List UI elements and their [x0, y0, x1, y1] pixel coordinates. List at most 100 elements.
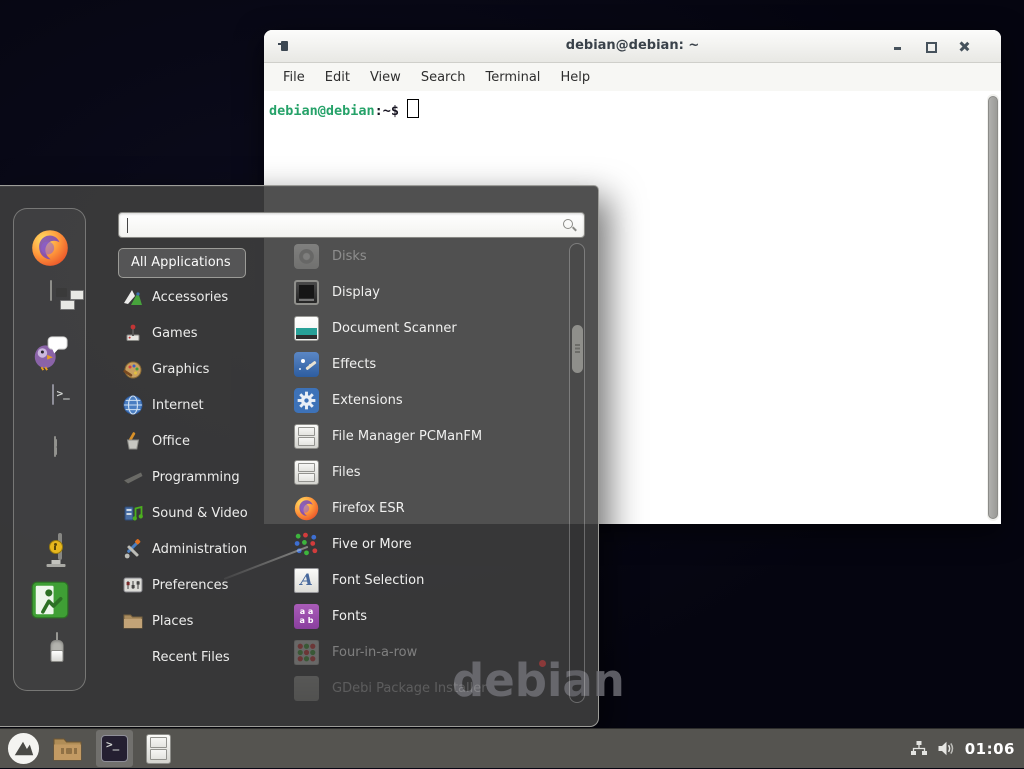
prompt-symbol: :~$ [375, 103, 399, 119]
window-title: debian@debian: ~ [264, 30, 1001, 62]
close-button[interactable] [959, 42, 968, 51]
scanner-icon [294, 316, 319, 341]
app-list-scrollbar-thumb[interactable] [572, 325, 583, 373]
app-item-disks[interactable]: Disks [284, 238, 569, 274]
category-recent-files[interactable]: Recent Files [118, 639, 283, 675]
category-label: Games [152, 326, 197, 341]
application-menu: debian All Applications Accessories [0, 185, 599, 727]
category-office[interactable]: Office [118, 423, 283, 459]
category-programming[interactable]: Programming [118, 459, 283, 495]
menubar-item-edit[interactable]: Edit [315, 66, 360, 89]
menu-icon[interactable] [7, 732, 40, 765]
accessories-icon [122, 286, 144, 308]
search-input[interactable] [118, 212, 585, 238]
app-item-display[interactable]: Display [284, 274, 569, 310]
category-label: Administration [152, 542, 247, 557]
file-cabinet-icon [294, 460, 319, 485]
app-item-effects[interactable]: Effects [284, 346, 569, 382]
app-label: Effects [332, 357, 376, 372]
app-item-extensions[interactable]: Extensions [284, 382, 569, 418]
app-label: Four-in-a-row [332, 645, 417, 660]
app-item-document-scanner[interactable]: Document Scanner [284, 310, 569, 346]
app-item-firefox-esr[interactable]: Firefox ESR [284, 490, 569, 526]
system-tray: 01:06 [910, 740, 1024, 758]
app-item-gdebi[interactable]: GDebi Package Installer [284, 670, 569, 706]
category-games[interactable]: Games [118, 315, 283, 351]
terminal-scrollbar[interactable] [987, 94, 999, 521]
menubar-item-view[interactable]: View [360, 66, 411, 89]
menubar-item-search[interactable]: Search [411, 66, 476, 89]
app-item-font-selection[interactable]: Font Selection [284, 562, 569, 598]
taskbar-terminal-button[interactable] [96, 730, 133, 767]
terminal-scrollbar-thumb[interactable] [988, 96, 998, 519]
file-cabinet-icon [294, 424, 319, 449]
shutdown-icon[interactable] [56, 632, 58, 653]
app-label: Extensions [332, 393, 403, 408]
app-label: Font Selection [332, 573, 424, 588]
app-label: Files [332, 465, 361, 480]
minimize-button[interactable] [893, 42, 902, 51]
internet-icon [122, 394, 144, 416]
network-icon[interactable] [910, 740, 928, 757]
category-label: Internet [152, 398, 204, 413]
app-item-five-or-more[interactable]: Five or More [284, 526, 569, 562]
sound-video-icon [122, 502, 144, 524]
gdebi-icon [294, 676, 319, 701]
menubar-item-terminal[interactable]: Terminal [475, 66, 550, 89]
terminal-prompt: debian@debian:~$ [264, 91, 1001, 119]
category-preferences[interactable]: Preferences [118, 567, 283, 603]
games-icon [122, 322, 144, 344]
four-in-a-row-icon [294, 640, 319, 665]
category-label: Preferences [152, 578, 228, 593]
category-sound-video[interactable]: Sound & Video [118, 495, 283, 531]
favorites-panel [13, 208, 86, 691]
effects-icon [294, 352, 319, 377]
app-label: Disks [332, 249, 367, 264]
volume-icon[interactable] [937, 740, 956, 757]
app-label: Firefox ESR [332, 501, 405, 516]
app-label: Five or More [332, 537, 412, 552]
firefox-icon[interactable] [31, 229, 69, 267]
taskbar-left [0, 729, 171, 768]
firefox-icon [294, 496, 319, 521]
pidgin-icon[interactable] [31, 333, 69, 371]
app-item-files[interactable]: Files [284, 454, 569, 490]
app-item-file-manager-pcmanfm[interactable]: File Manager PCManFM [284, 418, 569, 454]
text-caret [127, 218, 128, 233]
menubar-item-help[interactable]: Help [550, 66, 600, 89]
category-places[interactable]: Places [118, 603, 283, 639]
administration-icon [122, 538, 144, 560]
maximize-button[interactable] [926, 42, 935, 51]
extensions-icon [294, 388, 319, 413]
prompt-user-host: debian@debian [269, 103, 375, 119]
display-icon [294, 280, 319, 305]
app-item-four-in-a-row[interactable]: Four-in-a-row [284, 634, 569, 670]
app-list-scrollbar[interactable] [569, 243, 585, 703]
file-cabinet-icon[interactable] [146, 734, 171, 764]
category-label: Recent Files [152, 650, 230, 665]
preferences-icon [122, 574, 144, 596]
category-list: Accessories Games Graphics Internet Offi… [118, 279, 283, 675]
category-internet[interactable]: Internet [118, 387, 283, 423]
app-label: GDebi Package Installer [332, 681, 487, 696]
terminal-icon[interactable] [52, 384, 54, 405]
file-cabinet-icon[interactable] [54, 436, 56, 457]
menubar-item-file[interactable]: File [273, 66, 315, 89]
app-label: Fonts [332, 609, 367, 624]
folder-icon[interactable] [52, 735, 83, 762]
category-graphics[interactable]: Graphics [118, 351, 283, 387]
graphics-icon [122, 358, 144, 380]
category-all-applications[interactable]: All Applications [118, 248, 246, 278]
terminal-menubar: File Edit View Search Terminal Help [264, 63, 1001, 92]
terminal-titlebar[interactable]: debian@debian: ~ [264, 30, 1001, 63]
category-accessories[interactable]: Accessories [118, 279, 283, 315]
app-label: File Manager PCManFM [332, 429, 482, 444]
logout-icon[interactable] [31, 581, 69, 619]
category-label: Accessories [152, 290, 228, 305]
category-label: Places [152, 614, 193, 629]
taskbar-clock[interactable]: 01:06 [965, 740, 1015, 758]
category-label: Graphics [152, 362, 209, 377]
category-administration[interactable]: Administration [118, 531, 283, 567]
app-item-fonts[interactable]: Fonts [284, 598, 569, 634]
settings-keyboard-icon[interactable] [50, 280, 52, 301]
